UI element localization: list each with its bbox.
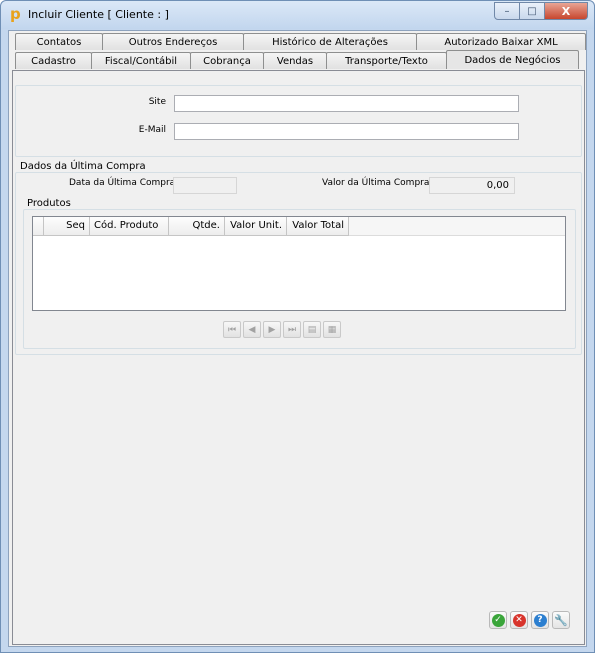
products-grid[interactable]: Seq Cód. Produto Qtde. Valor Unit. Valor… — [32, 216, 566, 311]
tab-dados-de-negocios[interactable]: Dados de Negócios — [446, 50, 579, 69]
grid-navigator: ⏮ ◀ ▶ ⏭ ▤ ▦ — [223, 321, 341, 338]
email-input[interactable] — [174, 123, 519, 140]
cancel-button[interactable]: ✕ — [510, 611, 528, 629]
check-icon: ✓ — [491, 613, 505, 627]
client-area: Contatos Outros Endereços Histórico de A… — [8, 30, 587, 647]
window-title: Incluir Cliente [ Cliente : ] — [28, 8, 169, 21]
last-purchase-value-label: Valor da Última Compra — [322, 178, 430, 188]
tab-row-top: Contatos Outros Endereços Histórico de A… — [15, 33, 586, 50]
grid-indicator-column — [33, 217, 44, 236]
site-label: Site — [148, 97, 166, 107]
app-p-icon: p — [10, 5, 21, 23]
grid-header: Seq Cód. Produto Qtde. Valor Unit. Valor… — [33, 217, 349, 236]
next-icon[interactable]: ▶ — [263, 321, 281, 338]
last-purchase-value-field: 0,00 — [429, 177, 515, 194]
last-purchase-title: Dados da Última Compra — [20, 161, 146, 172]
close-icon: X — [561, 4, 571, 18]
site-input[interactable] — [174, 95, 519, 112]
tab-contatos[interactable]: Contatos — [15, 33, 103, 50]
help-icon: ? — [533, 613, 547, 627]
minimize-button[interactable]: – — [494, 2, 520, 20]
action-buttons: ✓ ✕ ? 🔧 — [489, 611, 570, 629]
prior-icon[interactable]: ◀ — [243, 321, 261, 338]
confirm-button[interactable]: ✓ — [489, 611, 507, 629]
tab-autorizado-baixar-xml[interactable]: Autorizado Baixar XML — [416, 33, 586, 50]
last-purchase-date-label: Data da Última Compra — [69, 178, 176, 188]
tab-vendas[interactable]: Vendas — [263, 52, 327, 69]
column-valor-unit[interactable]: Valor Unit. — [225, 217, 287, 236]
tab-historico-alteracoes[interactable]: Histórico de Alterações — [243, 33, 417, 50]
tab-row-bottom: Cadastro Fiscal/Contábil Cobrança Vendas… — [15, 50, 579, 69]
close-button[interactable]: X — [545, 2, 588, 20]
column-valor-total[interactable]: Valor Total — [287, 217, 349, 236]
column-qtde[interactable]: Qtde. — [169, 217, 225, 236]
minimize-icon: – — [504, 5, 510, 17]
tools-button[interactable]: 🔧 — [552, 611, 570, 629]
refresh-icon[interactable]: ▦ — [323, 321, 341, 338]
tab-cobranca[interactable]: Cobrança — [190, 52, 264, 69]
cancel-icon: ✕ — [512, 613, 526, 627]
tab-panel-dados-negocios: Site E-Mail Dados da Última Compra Data … — [12, 70, 585, 645]
title-bar[interactable]: p Incluir Cliente [ Cliente : ] – □ X — [1, 1, 594, 29]
email-label: E-Mail — [138, 125, 166, 135]
products-title: Produtos — [27, 198, 71, 209]
dialog-window: p Incluir Cliente [ Cliente : ] – □ X Co… — [0, 0, 595, 653]
last-purchase-date-field — [173, 177, 237, 194]
tab-cadastro[interactable]: Cadastro — [15, 52, 92, 69]
help-button[interactable]: ? — [531, 611, 549, 629]
column-cod-produto[interactable]: Cód. Produto — [90, 217, 169, 236]
tab-outros-enderecos[interactable]: Outros Endereços — [102, 33, 244, 50]
tab-fiscal-contabil[interactable]: Fiscal/Contábil — [91, 52, 191, 69]
tab-transporte-texto[interactable]: Transporte/Texto — [326, 52, 447, 69]
last-icon[interactable]: ⏭ — [283, 321, 301, 338]
window-controls: – □ X — [494, 2, 588, 20]
edit-icon[interactable]: ▤ — [303, 321, 321, 338]
wrench-icon: 🔧 — [554, 613, 568, 627]
first-icon[interactable]: ⏮ — [223, 321, 241, 338]
column-seq[interactable]: Seq — [44, 217, 90, 236]
maximize-button[interactable]: □ — [520, 2, 545, 20]
maximize-icon: □ — [527, 5, 537, 17]
